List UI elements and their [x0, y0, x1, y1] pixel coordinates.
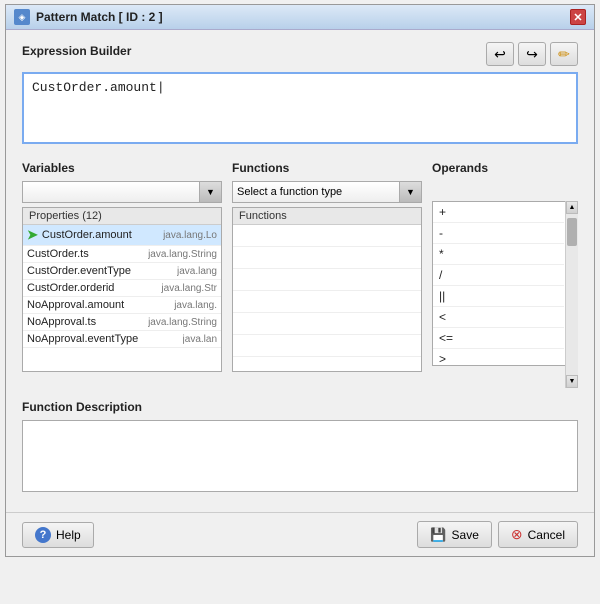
variables-list-header: Properties (12): [23, 208, 221, 225]
variable-icon: ➤: [27, 227, 38, 243]
operand-row[interactable]: *: [433, 244, 564, 265]
scroll-track: [566, 214, 578, 375]
functions-dropdown-row: Select a function type ▼: [232, 181, 422, 203]
forward-icon: ↪: [526, 46, 538, 63]
variable-name: CustOrder.eventType: [27, 265, 173, 277]
toolbar-buttons: ↩ ↪ ✏: [486, 42, 578, 66]
operand-row[interactable]: <=: [433, 328, 564, 349]
operand-row[interactable]: /: [433, 265, 564, 286]
variable-row[interactable]: NoApproval.ts java.lang.String: [23, 314, 221, 331]
scroll-down-btn[interactable]: ▼: [566, 375, 578, 388]
operands-label: Operands: [432, 161, 578, 175]
bottom-bar: ? Help 💾 Save ⊗ Cancel: [6, 512, 594, 556]
variable-row[interactable]: CustOrder.ts java.lang.String: [23, 246, 221, 263]
help-button[interactable]: ? Help: [22, 522, 94, 548]
help-label: Help: [56, 528, 81, 542]
function-description-box: [22, 420, 578, 492]
operands-column: Operands +-*/||<<=> ▲ ▼: [432, 161, 578, 388]
functions-list: Functions: [232, 207, 422, 372]
variable-row[interactable]: CustOrder.orderid java.lang.Str: [23, 280, 221, 297]
action-buttons: 💾 Save ⊗ Cancel: [417, 521, 578, 548]
cancel-button[interactable]: ⊗ Cancel: [498, 521, 578, 548]
functions-list-header: Functions: [233, 208, 421, 225]
scroll-up-btn[interactable]: ▲: [566, 201, 578, 214]
functions-column: Functions Select a function type ▼ Funct…: [232, 161, 422, 388]
function-description-section: Function Description: [22, 400, 578, 492]
variables-column: Variables ▼ Properties (12) ➤ CustOrder.a…: [22, 161, 222, 388]
save-icon: 💾: [430, 527, 446, 543]
variable-type: java.lang.Str: [161, 283, 217, 294]
forward-button[interactable]: ↪: [518, 42, 546, 66]
title-bar: ◈ Pattern Match [ ID : 2 ] ✕: [6, 5, 594, 30]
variable-type: java.lang.Lo: [163, 230, 217, 241]
title-bar-left: ◈ Pattern Match [ ID : 2 ]: [14, 9, 163, 25]
operand-row[interactable]: <: [433, 307, 564, 328]
variables-list: Properties (12) ➤ CustOrder.amount java.la…: [22, 207, 222, 372]
variables-dropdown[interactable]: [22, 181, 200, 203]
functions-label: Functions: [232, 161, 422, 175]
save-label: Save: [452, 528, 479, 542]
edit-button[interactable]: ✏: [550, 42, 578, 66]
back-button[interactable]: ↩: [486, 42, 514, 66]
func-row[interactable]: [233, 269, 421, 291]
variable-type: java.lang.String: [148, 249, 217, 260]
variable-row[interactable]: NoApproval.amount java.lang.: [23, 297, 221, 314]
expression-builder-label: Expression Builder: [22, 44, 131, 58]
variable-type: java.lang: [177, 266, 217, 277]
operand-row[interactable]: -: [433, 223, 564, 244]
dialog-title: Pattern Match [ ID : 2 ]: [36, 10, 163, 24]
operands-list: +-*/||<<=>: [432, 201, 578, 366]
main-dialog: ◈ Pattern Match [ ID : 2 ] ✕ Expression …: [5, 4, 595, 557]
func-row[interactable]: [233, 225, 421, 247]
operand-row[interactable]: ||: [433, 286, 564, 307]
func-row[interactable]: [233, 335, 421, 357]
cancel-label: Cancel: [528, 528, 565, 542]
dialog-content: Expression Builder ↩ ↪ ✏ CustOrder.amoun…: [6, 30, 594, 504]
func-row[interactable]: [233, 291, 421, 313]
operand-row[interactable]: >: [433, 349, 564, 366]
variable-name: NoApproval.eventType: [27, 333, 179, 345]
variable-row[interactable]: ➤ CustOrder.amount java.lang.Lo: [23, 225, 221, 246]
variable-type: java.lan: [183, 334, 217, 345]
edit-icon: ✏: [558, 46, 570, 63]
operand-row[interactable]: +: [433, 202, 564, 223]
variable-row[interactable]: CustOrder.eventType java.lang: [23, 263, 221, 280]
variable-name: NoApproval.amount: [27, 299, 170, 311]
variables-dropdown-row: ▼: [22, 181, 222, 203]
scroll-thumb: [567, 218, 577, 246]
operands-scrollbar[interactable]: ▲ ▼: [565, 201, 578, 388]
variable-name: CustOrder.orderid: [27, 282, 157, 294]
func-row[interactable]: [233, 313, 421, 335]
functions-dropdown-arrow[interactable]: ▼: [400, 181, 422, 203]
variables-label: Variables: [22, 161, 222, 175]
expression-input[interactable]: CustOrder.amount|: [22, 72, 578, 144]
functions-dropdown[interactable]: Select a function type: [232, 181, 400, 203]
variables-dropdown-arrow[interactable]: ▼: [200, 181, 222, 203]
dialog-icon: ◈: [14, 9, 30, 25]
expression-builder-header: Expression Builder ↩ ↪ ✏: [22, 42, 578, 66]
variable-row[interactable]: NoApproval.eventType java.lan: [23, 331, 221, 348]
variable-name: CustOrder.amount: [42, 229, 159, 241]
variable-name: NoApproval.ts: [27, 316, 144, 328]
variable-name: CustOrder.ts: [27, 248, 144, 260]
func-row[interactable]: [233, 247, 421, 269]
close-button[interactable]: ✕: [570, 9, 586, 25]
variable-type: java.lang.: [174, 300, 217, 311]
help-icon: ?: [35, 527, 51, 543]
variable-type: java.lang.String: [148, 317, 217, 328]
function-description-label: Function Description: [22, 400, 578, 414]
cancel-icon: ⊗: [511, 526, 523, 543]
three-col-layout: Variables ▼ Properties (12) ➤ CustOrder.a…: [22, 161, 578, 388]
save-button[interactable]: 💾 Save: [417, 521, 492, 548]
back-icon: ↩: [494, 46, 506, 63]
